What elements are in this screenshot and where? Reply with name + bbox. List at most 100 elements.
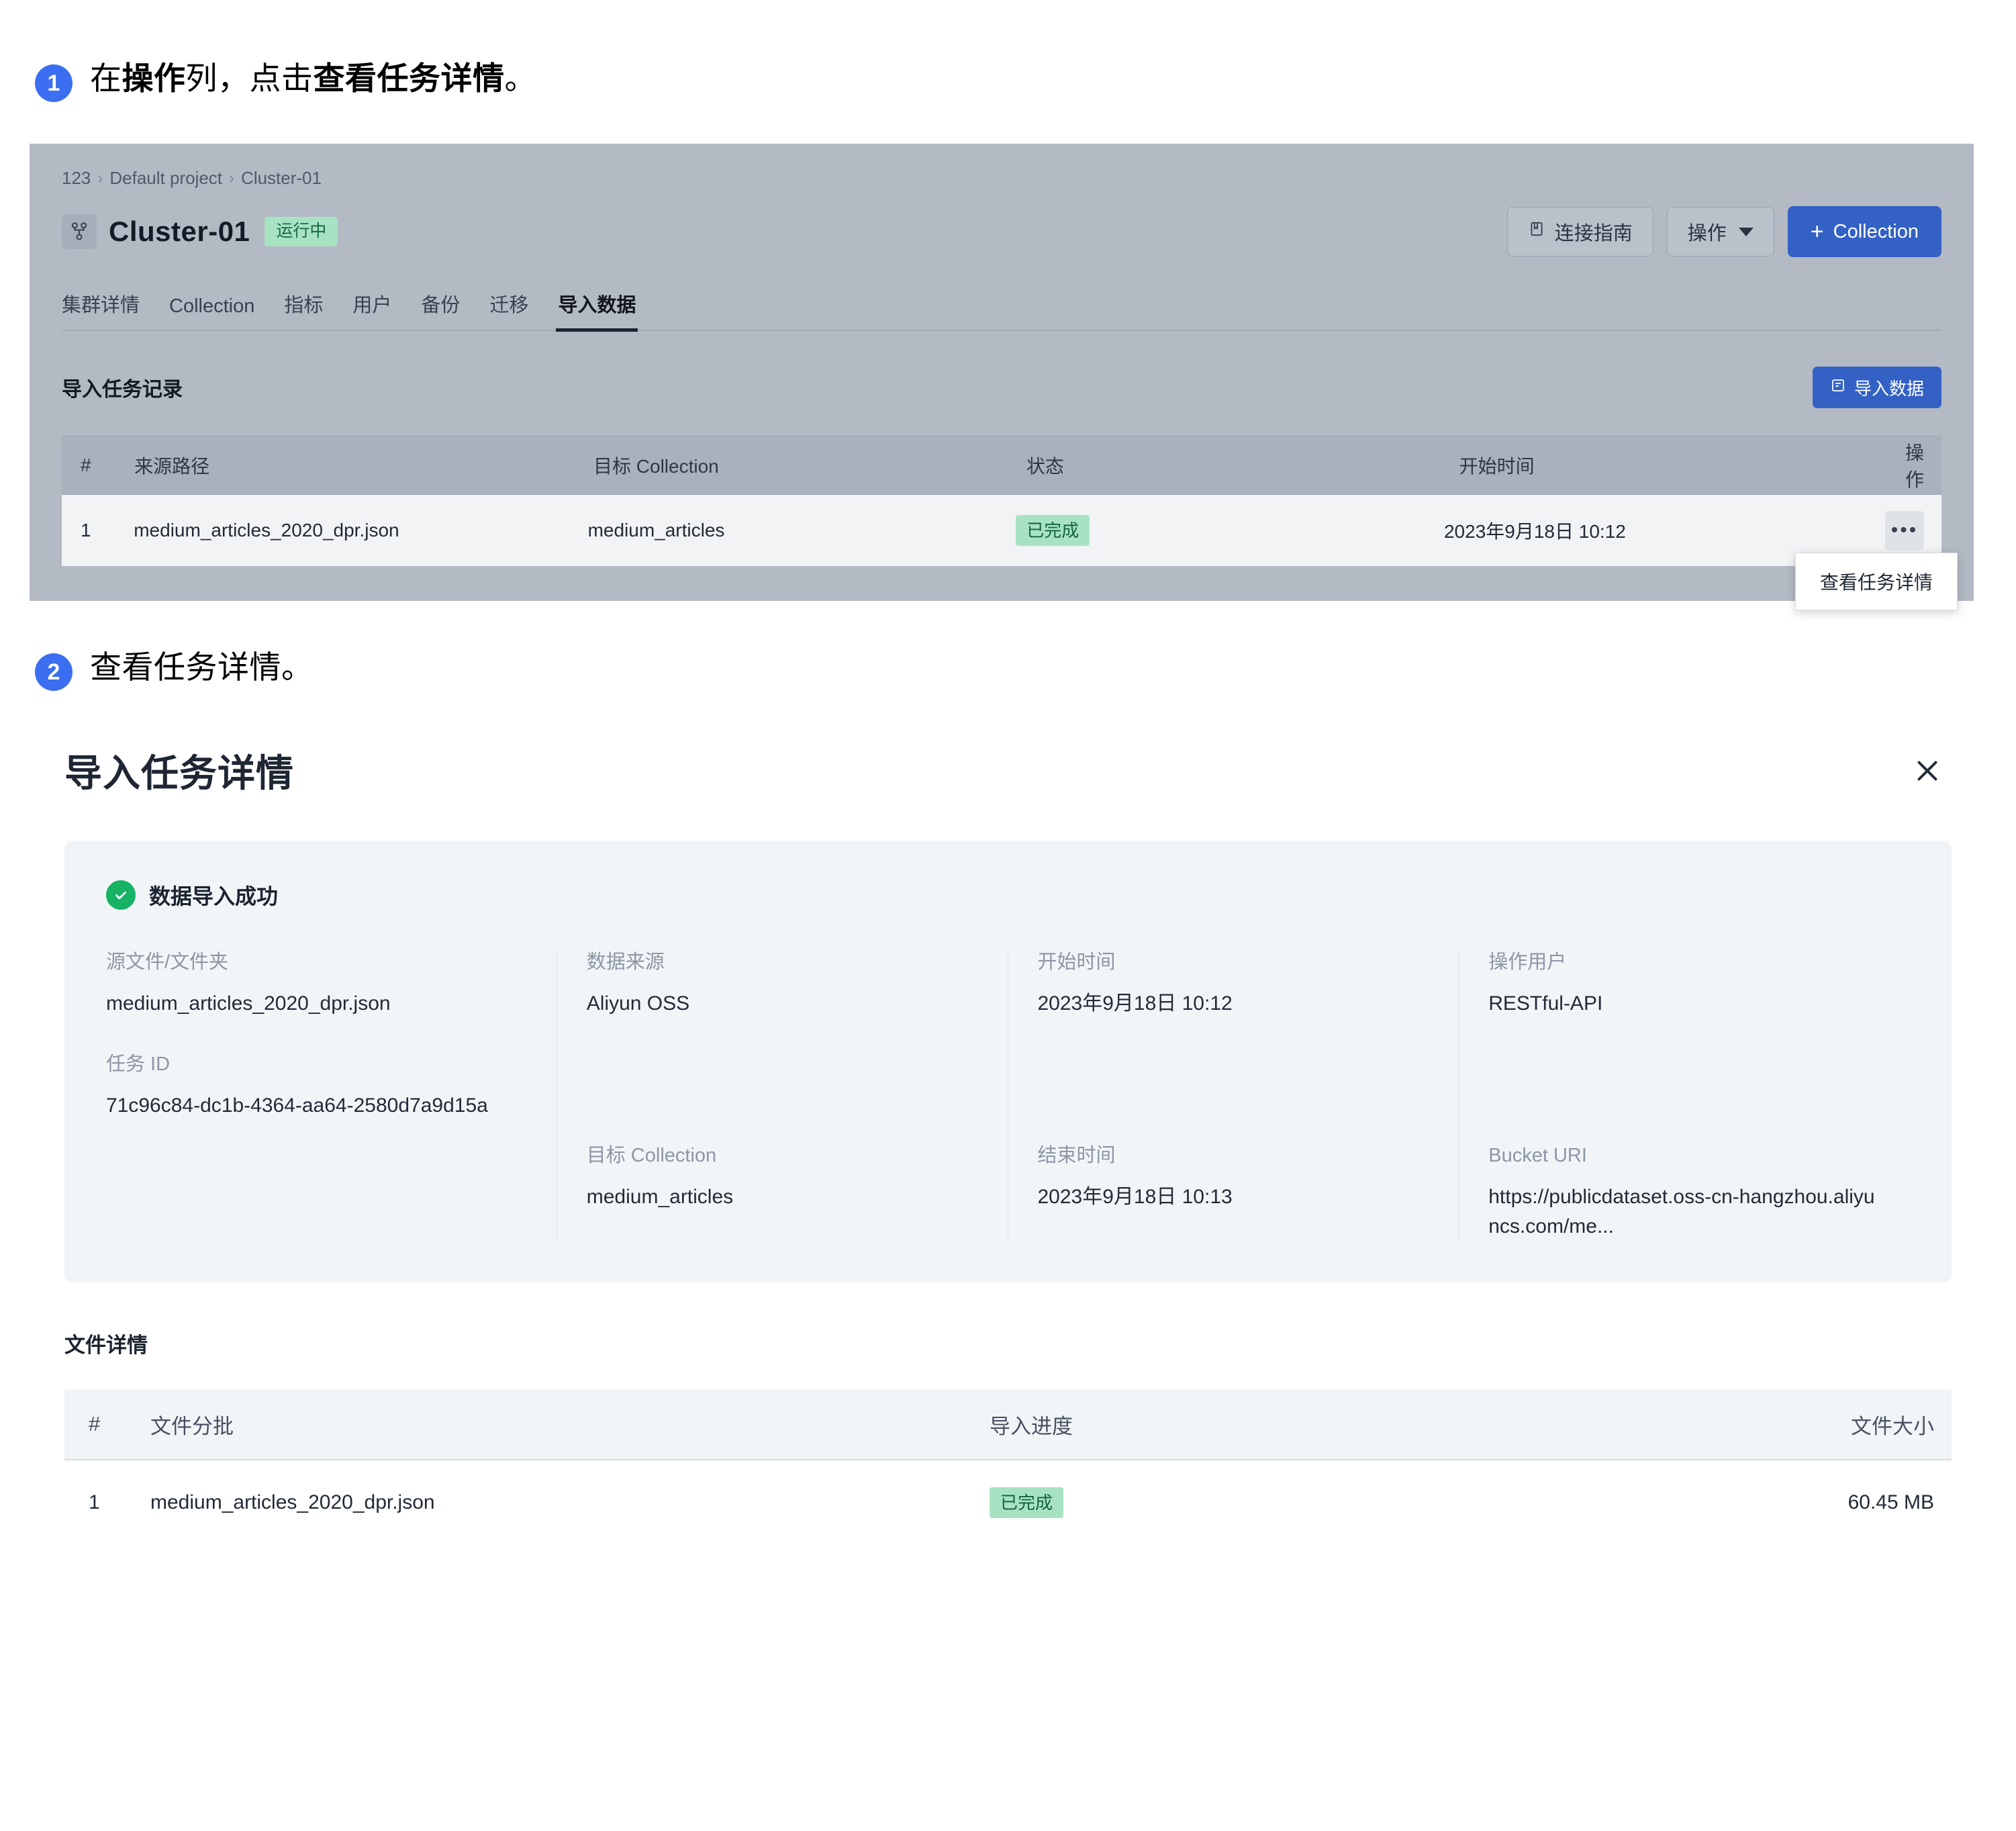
context-menu: 查看任务详情 [1794,553,1958,610]
breadcrumb-separator-icon: › [97,169,103,187]
field-data-source: 数据来源 Aliyun OSS [587,951,978,1018]
file-row-index: 1 [89,1491,100,1514]
step-1-text: 在操作列，点击查看任务详情。 [90,59,536,99]
column-header-index: # [81,455,91,475]
field-start-time-value: 2023年9月18日 10:12 [1037,992,1233,1015]
row-index: 1 [81,520,91,541]
file-progress-badge: 已完成 [990,1487,1064,1519]
field-source-file: 源文件/文件夹 medium_articles_2020_dpr.json [106,951,527,1018]
file-details-title: 文件详情 [64,1333,148,1358]
step-1-badge: 1 [35,64,73,102]
import-data-button[interactable]: 导入数据 [1812,367,1941,408]
column-header-status: 状态 [1026,456,1064,477]
file-column-header-size: 文件大小 [1851,1414,1934,1438]
breadcrumb-item-cluster[interactable]: Cluster-01 [241,168,322,189]
info-column-2: 数据来源 Aliyun OSS 目标 Collection medium_art… [557,951,1008,1241]
connect-guide-button[interactable]: 连接指南 [1506,207,1653,256]
info-column-1: 源文件/文件夹 medium_articles_2020_dpr.json 任务… [106,951,557,1241]
step-1-middle: 列，点击 [185,60,314,96]
chevron-down-icon [1738,227,1754,236]
field-task-id: 任务 ID 71c96c84-dc1b-4364-aa64-2580d7a9d1… [106,1053,527,1120]
breadcrumb-separator-icon: › [229,169,235,187]
column-header-source-path: 来源路径 [134,456,210,477]
table-row[interactable]: 1 medium_articles_2020_dpr.json medium_a… [62,495,1958,610]
column-header-start-time: 开始时间 [1459,456,1535,477]
tab-users[interactable]: 用户 [352,289,391,330]
field-source-file-label: 源文件/文件夹 [106,951,229,973]
file-row-progress-cell: 已完成 [990,1487,1670,1519]
menu-item-view-task-detail[interactable]: 查看任务详情 [1820,568,1933,595]
field-target-collection-value: medium_articles [586,1186,734,1209]
task-info-card: 数据导入成功 源文件/文件夹 medium_articles_2020_dpr.… [64,841,1952,1283]
console-screenshot: 123 › Default project › Cluster-01 Clust… [30,144,1974,610]
add-collection-label: Collection [1833,220,1919,242]
field-start-time-label: 开始时间 [1037,951,1116,973]
task-detail-modal: 导入任务详情 数据导入成功 源文件/文件夹 medium_articles_20… [0,743,2016,1546]
step-1-bold-view-detail: 查看任务详情 [313,60,505,96]
tab-metrics[interactable]: 指标 [284,289,323,330]
file-row-batch: medium_articles_2020_dpr.json [150,1491,435,1514]
row-target-collection: medium_articles [587,520,725,541]
column-header-target-collection: 目标 Collection [593,456,719,477]
field-bucket-uri-label: Bucket URI [1488,1145,1587,1167]
more-options-icon[interactable]: ••• [1885,511,1925,550]
breadcrumb: 123 › Default project › Cluster-01 [62,168,1941,189]
page-title: Cluster-01 [109,216,250,247]
tab-import-data[interactable]: 导入数据 [556,289,638,332]
column-spacer [1488,1053,1880,1144]
operations-label: 操作 [1687,223,1727,244]
field-task-id-value: 71c96c84-dc1b-4364-aa64-2580d7a9d15a [106,1094,488,1117]
step-1-prefix: 在 [90,60,122,96]
header-actions: 连接指南 操作 + Collection [1506,206,1941,257]
table-header-row: # 来源路径 目标 Collection 状态 开始时间 操作 [62,436,1941,495]
step-2-badge: 2 [35,653,73,691]
modal-title: 导入任务详情 [64,752,294,794]
field-task-id-label: 任务 ID [106,1053,171,1076]
field-end-time: 结束时间 2023年9月18日 10:13 [1038,1144,1429,1211]
row-status-cell: 已完成 [1016,515,1444,546]
file-column-header-progress: 导入进度 [990,1414,1073,1438]
tab-collection[interactable]: Collection [169,295,254,330]
tab-backup[interactable]: 备份 [421,289,460,330]
import-records-toolbar: 导入任务记录 导入数据 [62,362,1941,413]
field-operator: 操作用户 RESTful-API [1488,951,1880,1018]
file-column-header-batch: 文件分批 [150,1414,234,1438]
import-icon [1830,377,1846,398]
cluster-header: Cluster-01 运行中 连接指南 操作 + Collection [62,206,1941,257]
field-data-source-label: 数据来源 [586,951,665,973]
info-column-3: 开始时间 2023年9月18日 10:12 结束时间 2023年9月18日 10… [1008,951,1459,1241]
modal-header: 导入任务详情 [64,743,1952,798]
field-bucket-uri: Bucket URI https://publicdataset.oss-cn-… [1488,1144,1880,1241]
breadcrumb-item-org[interactable]: 123 [62,168,91,189]
step-1-suffix: 。 [504,60,536,96]
breadcrumb-item-project[interactable]: Default project [109,168,222,189]
step-2: 2 查看任务详情。 [0,601,2016,691]
tab-cluster-detail[interactable]: 集群详情 [62,289,140,330]
file-table-row: 1 medium_articles_2020_dpr.json 已完成 60.4… [64,1460,1952,1546]
import-data-label: 导入数据 [1854,378,1924,399]
plus-icon: + [1810,219,1824,244]
field-operator-value: RESTful-API [1488,992,1603,1015]
book-icon [1528,220,1545,243]
close-icon[interactable] [1903,747,1952,795]
field-target-collection: 目标 Collection medium_articles [587,1144,978,1211]
tab-migration[interactable]: 迁移 [489,289,528,330]
field-end-time-label: 结束时间 [1037,1145,1116,1167]
field-bucket-uri-value: https://publicdataset.oss-cn-hangzhou.al… [1488,1186,1875,1237]
add-collection-button[interactable]: + Collection [1787,206,1941,257]
step-2-text: 查看任务详情。 [90,649,314,685]
import-records-table: # 来源路径 目标 Collection 状态 开始时间 操作 1 medium… [62,436,1958,610]
status-badge: 运行中 [265,217,338,246]
status-badge: 已完成 [1016,515,1090,546]
field-end-time-value: 2023年9月18日 10:13 [1037,1186,1233,1209]
column-spacer [587,1053,978,1144]
success-banner: 数据导入成功 [106,880,1910,910]
tutorial-page: 1 在操作列，点击查看任务详情。 123 › Default project ›… [0,0,2016,1831]
info-column-4: 操作用户 RESTful-API Bucket URI https://publ… [1459,951,1910,1241]
import-records-title: 导入任务记录 [62,379,183,401]
field-source-file-value: medium_articles_2020_dpr.json [106,992,391,1015]
operations-dropdown-button[interactable]: 操作 [1666,207,1774,256]
row-start-time: 2023年9月18日 10:12 [1443,521,1626,542]
cluster-tabs: 集群详情 Collection 指标 用户 备份 迁移 导入数据 [62,289,1941,332]
connect-guide-label: 连接指南 [1554,223,1633,244]
